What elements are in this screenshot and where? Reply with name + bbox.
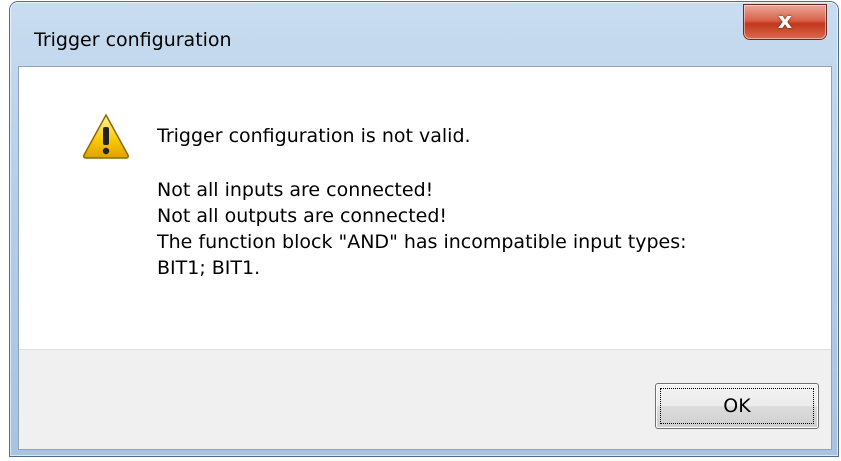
message-heading: Trigger configuration is not valid. xyxy=(157,125,471,147)
message-line: BIT1; BIT1. xyxy=(157,257,261,279)
dialog-window: Trigger configuration x Trigger configur… xyxy=(10,2,838,456)
window-title: Trigger configuration xyxy=(34,29,232,51)
button-bar: OK xyxy=(19,349,831,449)
message-line: Not all outputs are connected! xyxy=(157,205,448,227)
close-button[interactable]: x xyxy=(744,5,826,39)
dialog-body: Trigger configuration is not valid. Not … xyxy=(18,66,832,450)
warning-icon xyxy=(83,113,129,159)
close-icon: x xyxy=(777,9,793,34)
ok-button[interactable]: OK xyxy=(655,383,819,429)
title-bar[interactable]: Trigger configuration x xyxy=(10,2,838,66)
message-line: The function block "AND" has incompatibl… xyxy=(157,231,687,253)
message-area: Trigger configuration is not valid. Not … xyxy=(19,67,831,349)
error-message: Trigger configuration is not valid. Not … xyxy=(157,123,797,281)
message-line: Not all inputs are connected! xyxy=(157,179,434,201)
focus-rectangle xyxy=(660,388,814,424)
